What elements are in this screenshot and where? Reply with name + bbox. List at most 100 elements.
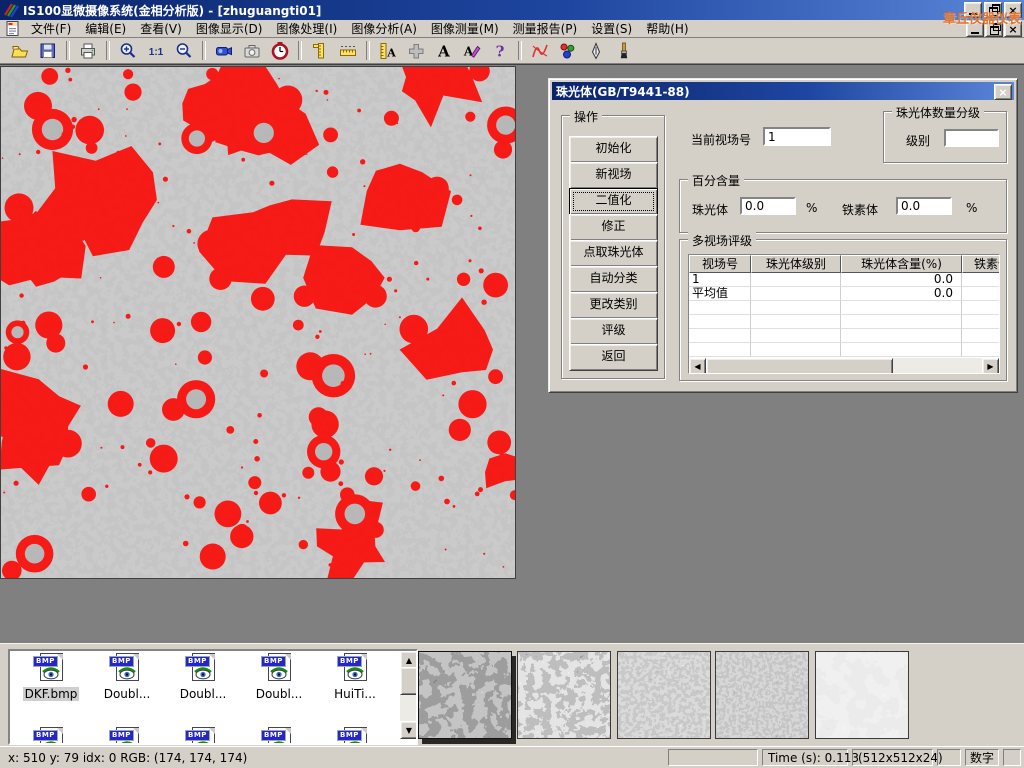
- help-icon[interactable]: ?: [487, 39, 513, 62]
- save-icon[interactable]: [35, 39, 61, 62]
- percent-unit: %: [966, 201, 977, 215]
- menu-image-measure[interactable]: 图像测量(M): [424, 19, 506, 38]
- scrollbar-thumb[interactable]: [706, 358, 893, 374]
- file-item[interactable]: BMP: [166, 727, 240, 745]
- text-edit-icon[interactable]: A: [459, 39, 485, 62]
- col-pearlite[interactable]: 珠光体含量(%): [841, 255, 962, 273]
- pearlite-percent-input[interactable]: [740, 197, 796, 215]
- table-row[interactable]: [689, 329, 1000, 343]
- table-hscrollbar[interactable]: ◀ ▶: [689, 358, 999, 373]
- metallographic-image[interactable]: [0, 66, 516, 579]
- thumbnail-4[interactable]: [715, 651, 809, 739]
- table-row[interactable]: [689, 315, 1000, 329]
- table-row[interactable]: [689, 343, 1000, 357]
- bmp-file-icon: BMP: [262, 727, 296, 745]
- toolbar-separator: [518, 41, 522, 60]
- file-item[interactable]: BMP: [242, 727, 316, 745]
- open-folder-icon[interactable]: [7, 39, 33, 62]
- camcorder-icon[interactable]: [211, 39, 237, 62]
- scrollbar-track[interactable]: [893, 358, 982, 373]
- thumbnail-5[interactable]: [815, 651, 909, 739]
- grade-button[interactable]: 评级: [569, 318, 658, 345]
- grid-cross-icon[interactable]: [403, 39, 429, 62]
- col-grade[interactable]: 珠光体级别: [751, 255, 841, 273]
- file-item[interactable]: BMPDoubl...: [242, 653, 316, 701]
- ruler-icon[interactable]: [335, 39, 361, 62]
- menu-image-processing[interactable]: 图像处理(I): [269, 19, 344, 38]
- title-bar[interactable]: IS100显微摄像系统(金相分析版) - [zhuguangti01] ×: [0, 0, 1024, 20]
- binarize-button[interactable]: 二值化: [569, 188, 658, 215]
- count-marker-icon[interactable]: [555, 39, 581, 62]
- file-item[interactable]: BMPHuiTi...: [318, 653, 392, 701]
- table-row[interactable]: 平均值 0.0: [689, 287, 1000, 301]
- dialog-close-button[interactable]: ×: [994, 84, 1012, 100]
- dialog-title-bar[interactable]: 珠光体(GB/T9441-88) ×: [552, 82, 1014, 100]
- operations-group: 操作 初始化 新视场 二值化 修正 点取珠光体 自动分类 更改类别 评级 返回: [561, 115, 665, 379]
- init-button[interactable]: 初始化: [569, 136, 658, 163]
- scrollbar-thumb[interactable]: [400, 667, 418, 695]
- menu-edit[interactable]: 编辑(E): [78, 19, 133, 38]
- pick-pearlite-button[interactable]: 点取珠光体: [569, 240, 658, 267]
- return-button[interactable]: 返回: [569, 344, 658, 371]
- camera-icon[interactable]: [239, 39, 265, 62]
- change-class-button[interactable]: 更改类别: [569, 292, 658, 319]
- auto-classify-button[interactable]: 自动分类: [569, 266, 658, 293]
- thumbnail-3[interactable]: [617, 651, 711, 739]
- measure-font-icon[interactable]: A: [375, 39, 401, 62]
- image-eye-icon: [117, 666, 137, 680]
- file-list[interactable]: BMPDKF.bmpBMPDoubl...BMPDoubl...BMPDoubl…: [8, 649, 418, 745]
- close-icon: ×: [998, 86, 1007, 99]
- window-title: IS100显微摄像系统(金相分析版) - [zhuguangti01]: [23, 2, 321, 19]
- table-row[interactable]: 1 0.0: [689, 273, 1000, 287]
- text-icon[interactable]: A: [431, 39, 457, 62]
- file-item[interactable]: BMPDoubl...: [166, 653, 240, 701]
- file-name: HuiTi...: [318, 687, 392, 701]
- current-field-input[interactable]: [763, 127, 831, 146]
- brush-icon[interactable]: [611, 39, 637, 62]
- zoom-out-icon[interactable]: [171, 39, 197, 62]
- cell-pearlite: 0.0: [841, 273, 962, 287]
- file-list-scrollbar[interactable]: ▲▼: [400, 651, 416, 739]
- print-icon[interactable]: [75, 39, 101, 62]
- cell-grade: [751, 273, 841, 287]
- bmp-file-icon: BMP: [186, 727, 220, 745]
- pen-icon[interactable]: [583, 39, 609, 62]
- multi-field-group: 多视场评级 视场号 珠光体级别 珠光体含量(%) 铁素体 1 0.0: [679, 239, 1007, 381]
- thumbnail-1[interactable]: [418, 651, 512, 739]
- menu-image-analysis[interactable]: 图像分析(A): [344, 19, 424, 38]
- table-row[interactable]: [689, 301, 1000, 315]
- pearlite-label: 珠光体: [692, 201, 728, 218]
- col-ferrite[interactable]: 铁素体: [962, 255, 1000, 273]
- workspace: 珠光体(GB/T9441-88) × 操作 初始化 新视场 二值化 修正 点取珠…: [0, 64, 1024, 643]
- menu-measure-report[interactable]: 测量报告(P): [506, 19, 585, 38]
- menu-file[interactable]: 文件(F): [24, 19, 78, 38]
- file-item[interactable]: BMP: [14, 727, 88, 745]
- percent-group: 百分含量 珠光体 % 铁素体 %: [679, 179, 1007, 233]
- file-item[interactable]: BMPDoubl...: [90, 653, 164, 701]
- bmp-file-icon: BMP: [338, 727, 372, 745]
- menu-image-display[interactable]: 图像显示(D): [189, 19, 270, 38]
- caliper-icon[interactable]: [307, 39, 333, 62]
- scroll-right-icon[interactable]: ▶: [982, 358, 999, 374]
- menu-view[interactable]: 查看(V): [133, 19, 189, 38]
- scroll-left-icon[interactable]: ◀: [689, 358, 706, 374]
- file-item[interactable]: BMP: [318, 727, 392, 745]
- new-field-button[interactable]: 新视场: [569, 162, 658, 189]
- timer-icon[interactable]: [267, 39, 293, 62]
- scroll-down-icon[interactable]: ▼: [400, 721, 418, 739]
- actual-size-icon[interactable]: 1:1: [143, 39, 169, 62]
- grade-level-input[interactable]: [944, 129, 999, 147]
- bmp-file-icon: BMP: [110, 727, 144, 745]
- col-field[interactable]: 视场号: [689, 255, 751, 273]
- menu-settings[interactable]: 设置(S): [584, 19, 639, 38]
- menu-help[interactable]: 帮助(H): [639, 19, 695, 38]
- document-icon[interactable]: [4, 20, 21, 37]
- file-item[interactable]: BMP: [90, 727, 164, 745]
- image-eye-icon: [193, 666, 213, 680]
- zoom-in-icon[interactable]: [115, 39, 141, 62]
- thumbnail-2[interactable]: [517, 651, 611, 739]
- correct-button[interactable]: 修正: [569, 214, 658, 241]
- ferrite-percent-input[interactable]: [896, 197, 952, 215]
- file-item[interactable]: BMPDKF.bmp: [14, 653, 88, 701]
- curve-tool-icon[interactable]: [527, 39, 553, 62]
